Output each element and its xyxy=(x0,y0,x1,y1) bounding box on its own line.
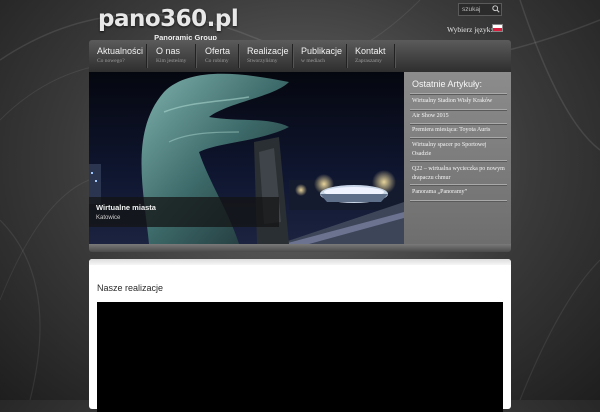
article-link[interactable]: Wirtualny spacer po Sportowej Osadzie xyxy=(412,141,506,158)
divider xyxy=(410,123,507,124)
article-link[interactable]: Q22 – wirtualna wycieczka po nowym drapa… xyxy=(412,165,506,182)
article-link[interactable]: Wirtualny Stadion Wisły Kraków xyxy=(412,97,506,106)
divider xyxy=(410,137,507,138)
articles-heading: Ostatnie Artykuły: xyxy=(412,79,483,89)
nav-divider xyxy=(346,44,347,68)
article-link[interactable]: Panorama „Panoramy” xyxy=(412,188,506,197)
article-link[interactable]: Premiera miesiąca: Toyota Auris xyxy=(412,126,506,135)
search-button[interactable] xyxy=(489,2,503,16)
nav-subtitle: Co nowego? xyxy=(97,58,125,64)
content-panel: Nasze realizacje xyxy=(89,259,511,412)
nav-subtitle: Zapraszamy xyxy=(355,58,382,64)
slider-bottom-bar xyxy=(89,244,511,252)
nav-divider xyxy=(394,44,395,68)
nav-title: O nas xyxy=(156,46,181,56)
nav-subtitle: w mediach xyxy=(301,58,325,64)
nav-item-publikacje[interactable]: Publikacje w mediach xyxy=(301,46,342,64)
panel-top-strip xyxy=(89,259,511,265)
nav-item-aktualnosci[interactable]: Aktualności Co nowego? xyxy=(97,46,143,64)
language-label: Wybierz język: xyxy=(447,25,493,34)
section-title: Nasze realizacje xyxy=(97,283,164,293)
nav-divider xyxy=(238,44,239,68)
slide-caption-subtitle: Katowice xyxy=(96,215,121,221)
slide-caption[interactable]: Wirtualne miasta Katowice xyxy=(89,197,279,227)
nav-item-o-nas[interactable]: O nas Kim jesteśmy xyxy=(156,46,186,64)
magnifier-icon xyxy=(492,5,500,13)
nav-subtitle: Kim jesteśmy xyxy=(156,58,187,64)
nav-title: Publikacje xyxy=(301,46,343,56)
nav-divider xyxy=(292,44,293,68)
site-logo[interactable]: pano360.pl Panoramic Group xyxy=(98,6,239,42)
divider xyxy=(410,200,507,201)
nav-item-kontakt[interactable]: Kontakt Zapraszamy xyxy=(355,46,386,64)
divider xyxy=(410,160,507,161)
divider xyxy=(410,93,507,94)
nav-title: Realizacje xyxy=(247,46,289,56)
divider xyxy=(410,184,507,185)
video-player[interactable] xyxy=(97,302,503,412)
nav-title: Oferta xyxy=(205,46,231,56)
nav-title: Kontakt xyxy=(355,46,386,56)
nav-divider xyxy=(146,44,147,68)
latest-articles: Ostatnie Artykuły: Wirtualny Stadion Wis… xyxy=(404,72,511,244)
slide-caption-title: Wirtualne miasta xyxy=(96,203,156,212)
poland-flag-icon[interactable] xyxy=(492,24,503,32)
main-nav: Aktualności Co nowego? O nas Kim jesteśm… xyxy=(89,40,511,72)
nav-item-realizacje[interactable]: Realizacje Stworzyliśmy xyxy=(247,46,289,64)
nav-subtitle: Co robimy xyxy=(205,58,229,64)
logo-text: pano360.pl xyxy=(98,6,239,32)
nav-divider xyxy=(195,44,196,68)
divider xyxy=(410,109,507,110)
nav-title: Aktualności xyxy=(97,46,144,56)
nav-subtitle: Stworzyliśmy xyxy=(247,58,278,64)
nav-item-oferta[interactable]: Oferta Co robimy xyxy=(205,46,230,64)
article-link[interactable]: Air Show 2015 xyxy=(412,112,506,121)
